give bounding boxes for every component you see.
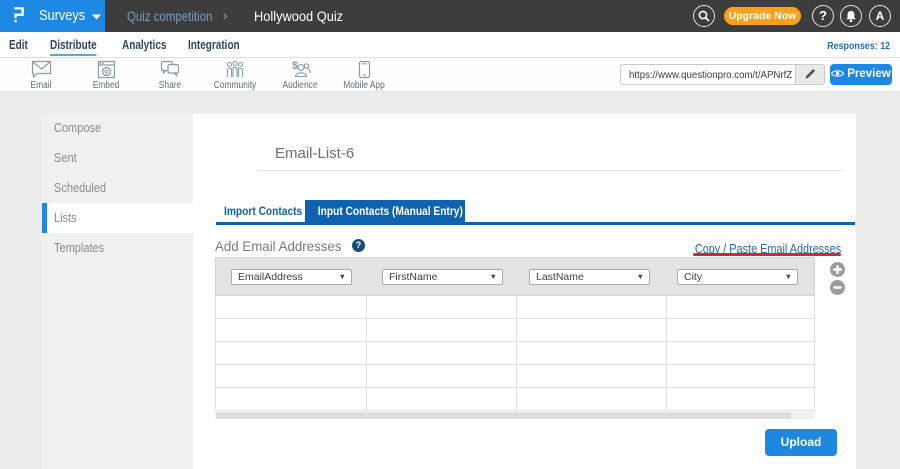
svg-text:$: $ [292,60,298,72]
